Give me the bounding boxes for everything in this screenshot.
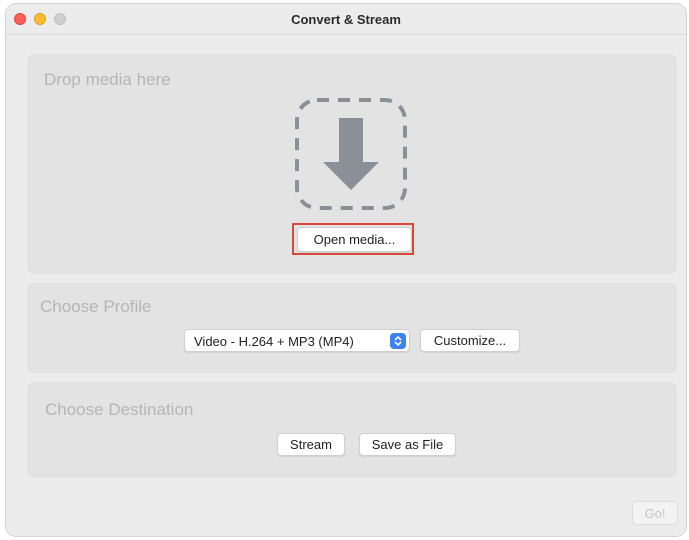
- choose-profile-heading: Choose Profile: [40, 297, 152, 316]
- choose-destination-heading: Choose Destination: [45, 400, 194, 419]
- save-as-file-button[interactable]: Save as File: [359, 433, 456, 456]
- customize-button[interactable]: Customize...: [420, 329, 520, 352]
- profile-select-value: Video - H.264 + MP3 (MP4): [194, 334, 354, 349]
- go-button[interactable]: Go!: [632, 501, 678, 525]
- open-media-highlight: [292, 223, 414, 255]
- choose-destination-panel: Choose Destination Stream Save as File: [27, 382, 677, 478]
- profile-select[interactable]: Video - H.264 + MP3 (MP4): [184, 329, 410, 352]
- drop-media-panel[interactable]: Drop media here Open media...: [27, 54, 677, 274]
- convert-stream-window: Convert & Stream Drop media here Open me…: [6, 4, 686, 536]
- chevron-updown-icon: [390, 333, 406, 349]
- download-arrow-icon: [295, 98, 407, 210]
- title-bar: Convert & Stream: [6, 4, 686, 35]
- drop-media-heading: Drop media here: [44, 70, 171, 89]
- window-title: Convert & Stream: [291, 12, 401, 27]
- stream-button[interactable]: Stream: [277, 433, 345, 456]
- choose-profile-panel: Choose Profile Video - H.264 + MP3 (MP4)…: [27, 283, 677, 373]
